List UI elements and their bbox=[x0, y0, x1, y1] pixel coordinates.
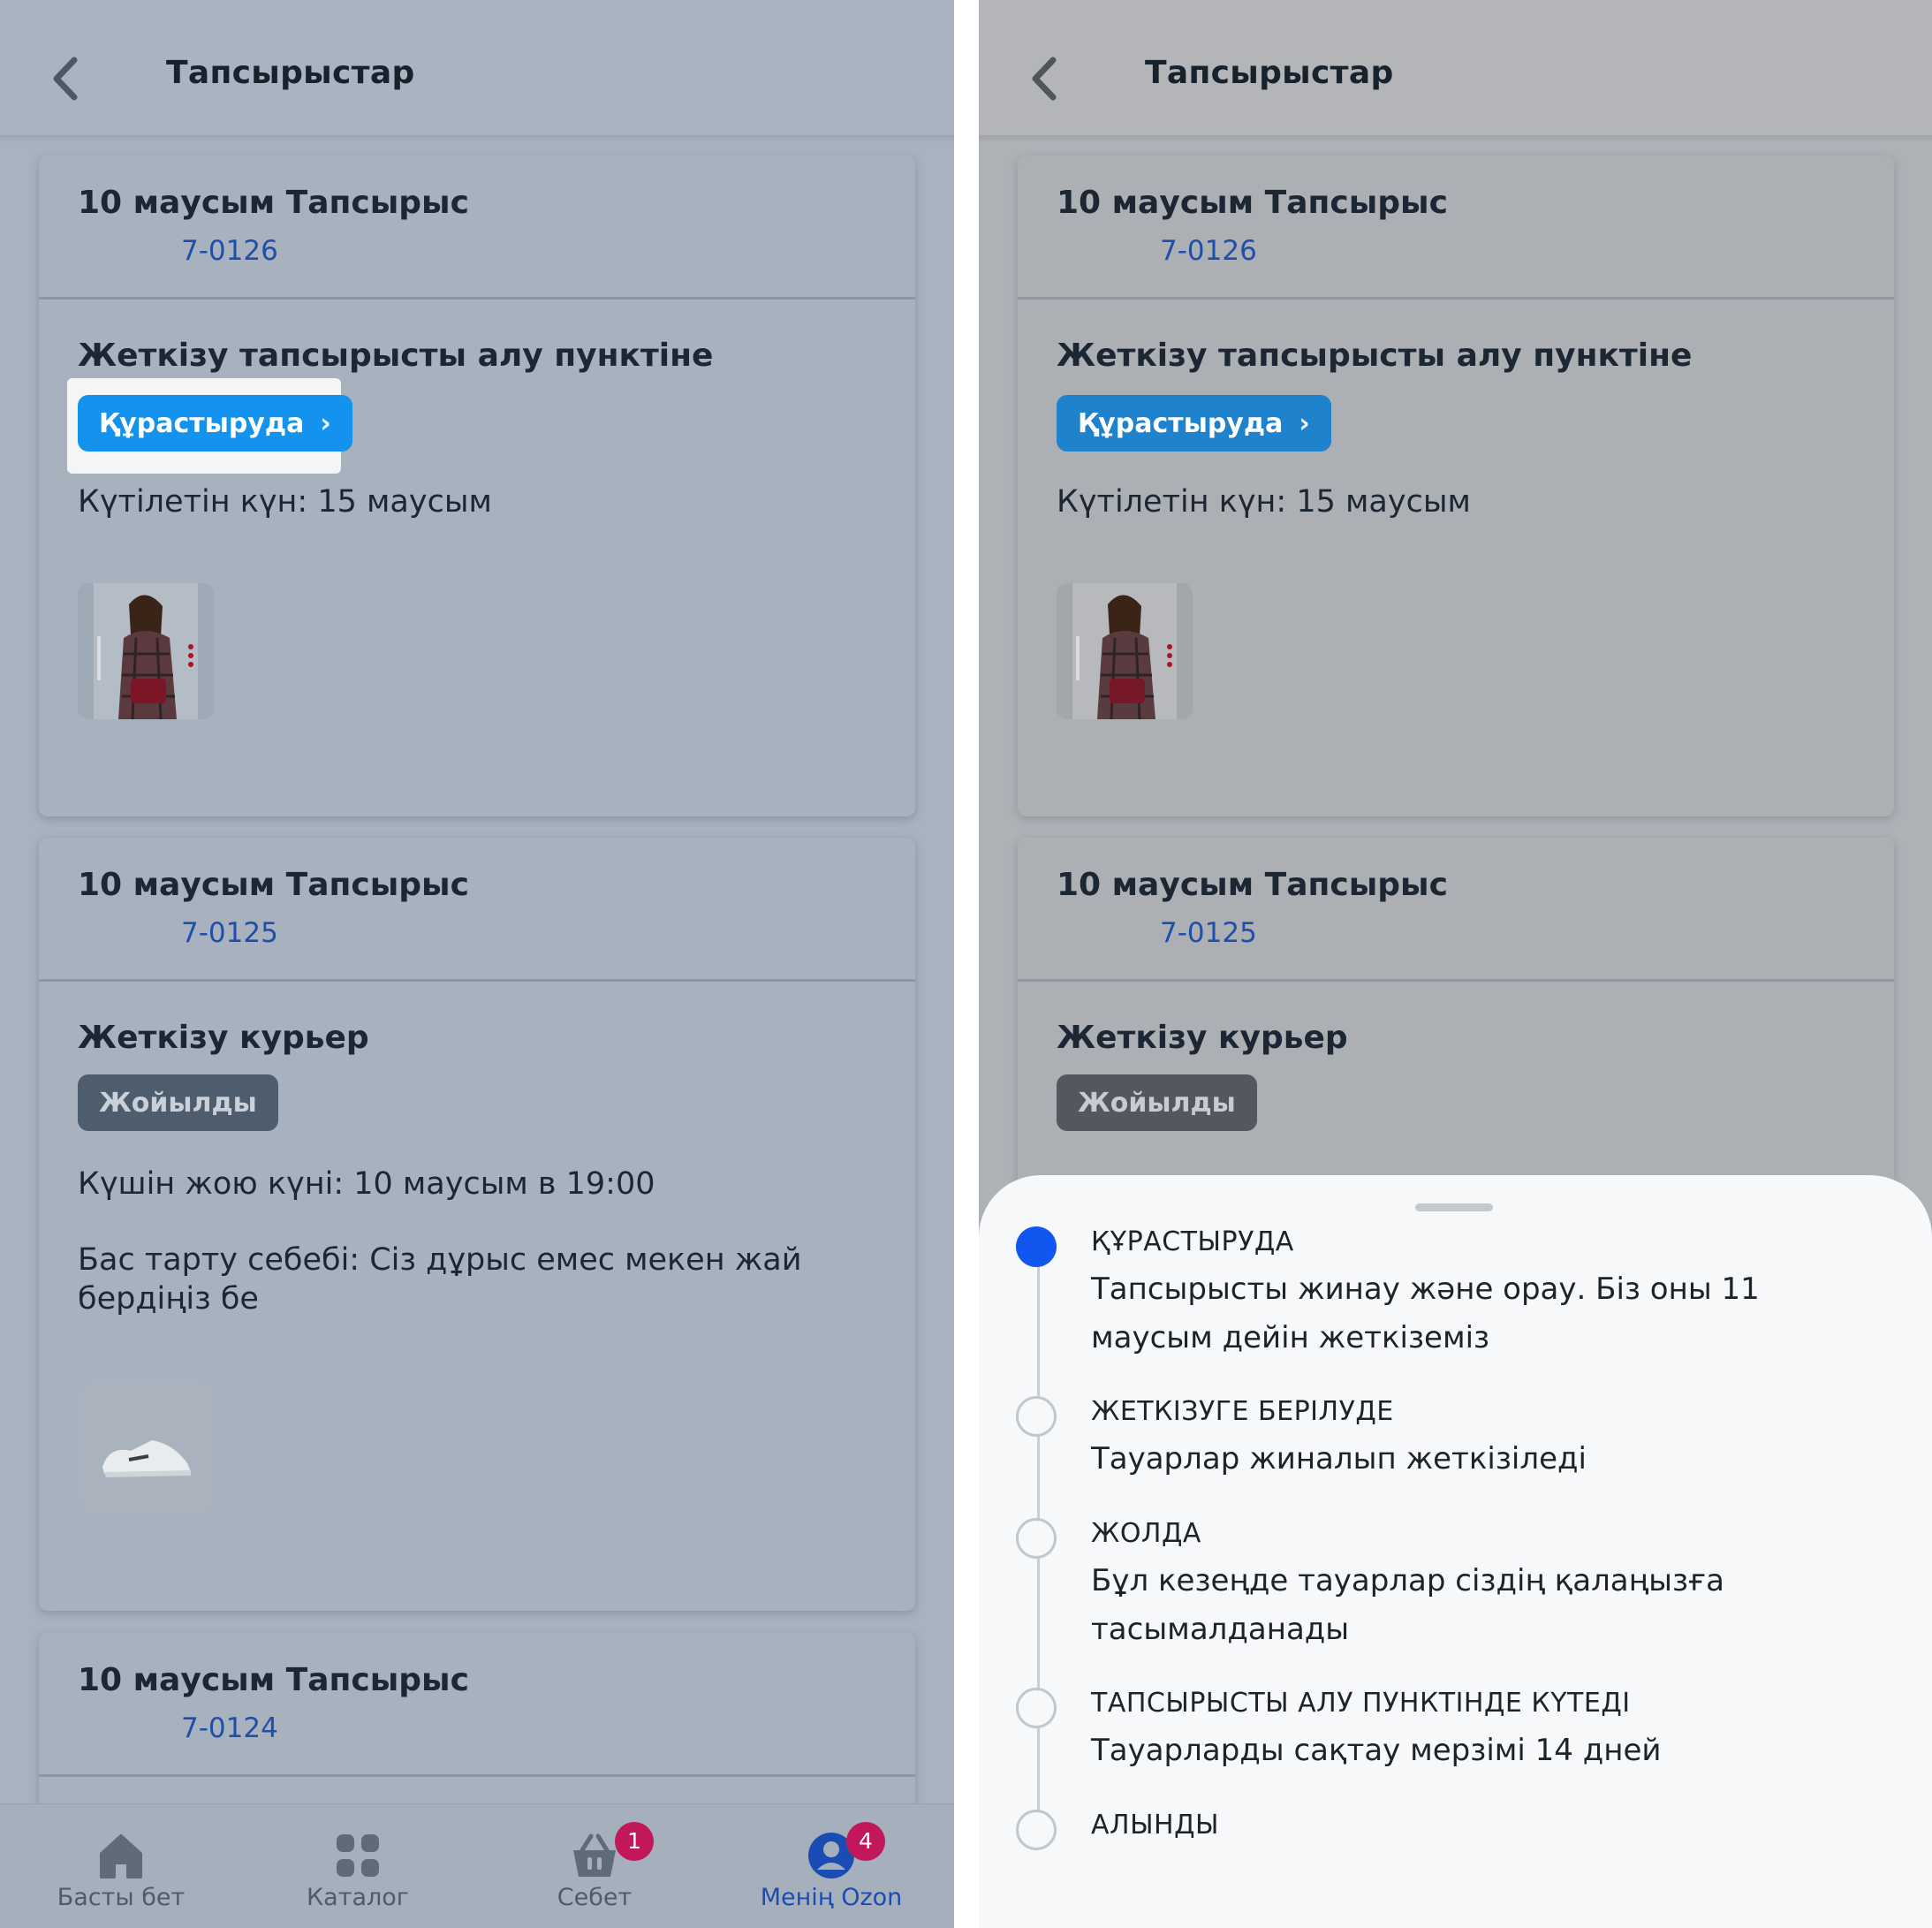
status-button-assembling[interactable]: Құрастыруда › bbox=[1057, 395, 1331, 452]
nav-label: Басты бет bbox=[57, 1884, 186, 1911]
step-description: Тауарларды сақтау мерзімі 14 дней bbox=[1091, 1733, 1662, 1768]
order-status-sheet: ҚҰРАСТЫРУДА Тапсырысты жинау және орау. … bbox=[979, 1175, 1932, 1928]
chevron-right-icon: › bbox=[1299, 407, 1310, 439]
status-label: Жойылды bbox=[99, 1087, 257, 1119]
cancel-reason: Бас тарту себебі: Сіз дұрыс емес мекен ж… bbox=[78, 1242, 802, 1317]
step-title: ТАПСЫРЫСТЫ АЛУ ПУНКТІНДЕ КҮТЕДІ bbox=[1091, 1688, 1631, 1719]
status-badge-cancelled[interactable]: Жойылды bbox=[1057, 1074, 1257, 1131]
step-title: АЛЫНДЫ bbox=[1091, 1810, 1220, 1841]
order-title: 10 маусым Тапсырыс bbox=[78, 867, 469, 903]
step-title: ҚҰРАСТЫРУДА bbox=[1091, 1226, 1294, 1257]
status-label: Құрастыруда bbox=[99, 407, 305, 439]
order-number[interactable]: 7-0126 bbox=[1160, 235, 1257, 267]
order-title: 10 маусым Тапсырыс bbox=[78, 185, 469, 221]
step-dot bbox=[1016, 1810, 1057, 1850]
product-thumbnail[interactable] bbox=[78, 1378, 214, 1514]
order-number[interactable]: 7-0125 bbox=[1160, 917, 1257, 949]
cart-count-badge: 1 bbox=[615, 1822, 654, 1861]
step-description: Бұл кезеңде тауарлар сіздің қалаңызға та… bbox=[1091, 1563, 1724, 1647]
notification-badge: 4 bbox=[846, 1822, 885, 1861]
divider bbox=[0, 135, 954, 142]
status-button-assembling[interactable]: Құрастыруда › bbox=[78, 395, 352, 452]
product-photo-woman-icon bbox=[94, 583, 198, 719]
cancel-date: Күшін жою күні: 10 маусым в 19:00 bbox=[78, 1166, 655, 1202]
order-title: 10 маусым Тапсырыс bbox=[78, 1662, 469, 1698]
drag-handle[interactable] bbox=[1415, 1203, 1493, 1211]
delivery-type: Жеткізу тапсырысты алу пунктіне bbox=[1057, 338, 1693, 374]
order-card[interactable]: 10 маусым Тапсырыс 7-0125 Жеткізу курьер… bbox=[39, 838, 915, 1611]
back-arrow-icon[interactable] bbox=[46, 51, 90, 106]
expected-date: Күтілетін күн: 15 маусым bbox=[1057, 484, 1471, 520]
divider bbox=[979, 135, 1932, 142]
bottom-navigation: Басты бет Каталог 1 Себет 4 Менің Ozon bbox=[0, 1803, 954, 1928]
nav-home[interactable]: Басты бет bbox=[2, 1804, 240, 1928]
orders-screen-left: Тапсырыстар 10 маусым Тапсырыс 7-0126 Же… bbox=[0, 0, 954, 1928]
delivery-type: Жеткізу курьер bbox=[78, 1020, 369, 1056]
order-card-header: 10 маусым Тапсырыс 7-0124 bbox=[39, 1633, 915, 1777]
order-card-header: 10 маусым Тапсырыс 7-0126 bbox=[39, 156, 915, 300]
step-title: ЖЕТКІЗУГЕ БЕРІЛУДЕ bbox=[1091, 1396, 1394, 1427]
order-title: 10 маусым Тапсырыс bbox=[1057, 185, 1448, 221]
back-arrow-icon[interactable] bbox=[1025, 51, 1069, 106]
delivery-type: Жеткізу тапсырысты алу пунктіне bbox=[78, 338, 714, 374]
order-card-header: 10 маусым Тапсырыс 7-0126 bbox=[1018, 156, 1894, 300]
nav-label: Себет bbox=[557, 1884, 633, 1911]
product-photo-woman-icon bbox=[1072, 583, 1177, 719]
order-card-header: 10 маусым Тапсырыс 7-0125 bbox=[39, 838, 915, 982]
status-badge-cancelled[interactable]: Жойылды bbox=[78, 1074, 278, 1131]
order-number[interactable]: 7-0125 bbox=[181, 917, 278, 949]
step-description: Тапсырысты жинау және орау. Біз оны 11 м… bbox=[1091, 1271, 1760, 1355]
step-dot bbox=[1016, 1518, 1057, 1559]
orders-screen-right: Тапсырыстар 10 маусым Тапсырыс 7-0126 Же… bbox=[979, 0, 1932, 1928]
step-description: Тауарлар жиналып жеткізіледі bbox=[1091, 1441, 1587, 1476]
order-title: 10 маусым Тапсырыс bbox=[1057, 867, 1448, 903]
status-label: Жойылды bbox=[1078, 1087, 1236, 1119]
chevron-right-icon: › bbox=[320, 407, 331, 439]
page-title: Тапсырыстар bbox=[166, 55, 415, 91]
cart-icon bbox=[573, 1833, 616, 1877]
delivery-type: Жеткізу курьер bbox=[1057, 1020, 1348, 1056]
expected-date: Күтілетін күн: 15 маусым bbox=[78, 484, 492, 520]
status-label: Құрастыруда bbox=[1078, 407, 1284, 439]
step-dot bbox=[1016, 1396, 1057, 1437]
order-card-header: 10 маусым Тапсырыс 7-0125 bbox=[1018, 838, 1894, 982]
product-thumbnail[interactable] bbox=[78, 583, 214, 719]
page-title: Тапсырыстар bbox=[1145, 55, 1394, 91]
step-dot-active bbox=[1016, 1226, 1057, 1267]
nav-label: Менің Ozon bbox=[760, 1884, 903, 1911]
step-title: ЖОЛДА bbox=[1091, 1518, 1201, 1549]
product-thumbnail[interactable] bbox=[1057, 583, 1193, 719]
order-card[interactable]: 10 маусым Тапсырыс 7-0126 Жеткізу тапсыр… bbox=[39, 156, 915, 816]
nav-my-ozon[interactable]: 4 Менің Ozon bbox=[712, 1804, 951, 1928]
top-bar: Тапсырыстар bbox=[979, 0, 1932, 135]
top-bar: Тапсырыстар bbox=[0, 0, 954, 135]
home-icon bbox=[100, 1834, 142, 1879]
catalog-icon bbox=[337, 1834, 379, 1877]
nav-catalog[interactable]: Каталог bbox=[239, 1804, 477, 1928]
order-number[interactable]: 7-0124 bbox=[181, 1712, 278, 1744]
nav-cart[interactable]: 1 Себет bbox=[475, 1804, 714, 1928]
order-number[interactable]: 7-0126 bbox=[181, 235, 278, 267]
step-dot bbox=[1016, 1688, 1057, 1728]
product-photo-sneaker-icon bbox=[78, 1378, 214, 1514]
nav-label: Каталог bbox=[307, 1884, 409, 1911]
order-card[interactable]: 10 маусым Тапсырыс 7-0126 Жеткізу тапсыр… bbox=[1018, 156, 1894, 816]
